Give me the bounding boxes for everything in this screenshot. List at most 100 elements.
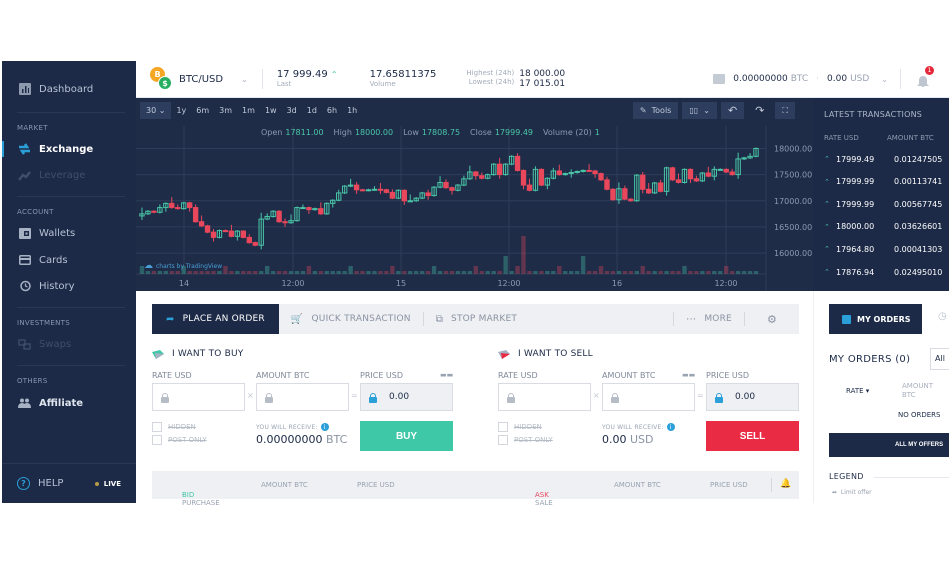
timeframe-3d[interactable]: 3d [282,102,302,119]
transaction-rate: 17964.80 [836,244,875,254]
fullscreen-icon: ⛶ [782,105,788,115]
sell-post-only-checkbox[interactable]: POST ONLY [498,435,553,445]
volume-bar [718,271,723,274]
pair-selector[interactable]: BTC/USD [179,74,223,85]
buy-post-only-checkbox[interactable]: POST ONLY [152,435,207,445]
redo-button[interactable]: ↷ [748,102,771,119]
buy-rate-input[interactable] [152,383,245,411]
tab-quick-transaction[interactable]: 🛒 QUICK TRANSACTION [279,304,423,334]
volume-bar [217,271,222,274]
candle-body [186,202,193,209]
tab-place-order[interactable]: ➦ PLACE AN ORDER [152,304,279,334]
volume-bar [694,271,699,274]
sell-price-field[interactable]: 0.00 [706,383,799,411]
timeframe-1y[interactable]: 1y [171,102,191,119]
timeframe-1h[interactable]: 1h [342,102,362,119]
candle-body [192,207,199,223]
timeframe-1m[interactable]: 1m [237,102,260,119]
rate-label: RATE USD [498,371,538,380]
price-chart[interactable]: 18000.00 17500.00 17000.00 16500.00 16000.00… [136,98,813,291]
sidebar-item-affiliate[interactable]: Affiliate [2,392,136,414]
help-link[interactable]: ? HELP [17,477,63,490]
legend-title: LEGEND [829,472,864,481]
timeframe-6h[interactable]: 6h [322,102,342,119]
volume-bar [223,266,228,274]
amount-label: AMOUNT BTC [602,371,656,380]
sidebar-item-swaps[interactable]: Swaps [2,333,136,355]
tab-more[interactable]: ⋯ MORE [674,304,744,334]
sell-form: I WANT TO SELL RATE USD × AMOUNT BTC ▬▬ … [498,349,799,451]
sidebar-item-history[interactable]: History [2,275,136,297]
candle-body [371,188,378,191]
notifications-button[interactable]: 1 [917,66,934,89]
receive-label: YOU WILL RECEIVE: [256,423,318,431]
tab-my-orders[interactable]: MY ORDERS [829,304,922,334]
balance-usd-unit: USD [850,74,870,84]
sidebar-item-cards[interactable]: Cards [2,249,136,271]
sell-amount-input[interactable] [602,383,695,411]
volume-bar [199,271,204,274]
multiply-sign: × [593,391,600,400]
interval-select[interactable]: 30 ⌄ [140,102,172,119]
tab-stop-market[interactable]: ⧉ STOP MARKET [424,304,529,334]
chart-type-button[interactable]: ▯▯ ⌄ [682,102,717,119]
checkbox[interactable] [498,422,508,432]
volume-value: 17.65811375 [369,69,437,81]
buy-button[interactable]: BUY [360,421,453,451]
candlestick-chart[interactable]: 18000.00 17500.00 17000.00 16500.00 16000.00… [136,98,813,291]
tools-button[interactable]: ✎ Tools [632,102,679,119]
sell-hidden-checkbox[interactable]: HIDDEN [498,422,542,432]
volume-bar [670,271,675,274]
divider [900,69,901,89]
info-icon[interactable]: i [666,423,675,431]
volume-bar [688,271,693,274]
volume-bar [175,271,180,274]
volume-bar [157,271,163,274]
chevron-down-icon[interactable]: ⌄ [241,75,248,84]
my-orders-panel: MY ORDERS ◷ MY ORDERS (0) All RATE ▾ AMO… [813,291,949,503]
history-tab-icon[interactable]: ◷ [938,311,947,322]
volume-bar [378,271,383,274]
volume-bar [390,266,395,274]
sell-button[interactable]: SELL [706,421,799,451]
checkbox[interactable] [498,435,508,445]
candle-body [240,230,247,238]
timeframe-3m[interactable]: 3m [214,102,237,119]
buy-price-field[interactable]: 0.00 [360,383,453,411]
fullscreen-button[interactable]: ⛶ [775,102,795,119]
cards-icon[interactable]: ▬▬ [682,371,695,379]
sidebar-item-exchange[interactable]: Exchange [2,138,136,160]
cards-icon[interactable]: ▬▬ [440,371,453,379]
arrow-up-icon: ⌃ [824,177,830,186]
bell-icon[interactable]: 🔔 [780,479,791,489]
timeframe-6m[interactable]: 6m [191,102,214,119]
sidebar-item-wallets[interactable]: Wallets [2,222,136,244]
checkbox[interactable] [152,422,162,432]
share-arrow-icon: ➦ [832,489,838,496]
sidebar-item-dashboard[interactable]: Dashboard [2,78,136,100]
col-rate-sort[interactable]: RATE ▾ [846,387,869,395]
low-value: 17808.75 [421,128,461,137]
volume-bar [461,271,467,274]
undo-button[interactable]: ↶ [720,102,745,119]
sell-rate-input[interactable] [498,383,591,411]
chevron-down-icon[interactable]: ⌄ [881,75,888,84]
candle-body [353,184,360,191]
all-my-offers-button[interactable]: ALL MY OFFERS [829,433,949,457]
volume-bar [509,271,514,274]
orders-filter-select[interactable]: All [930,348,949,370]
checkbox[interactable] [152,435,162,445]
wallet-balance[interactable]: 0.00000000 BTC · 0.00 USD ⌄ [713,74,888,84]
buy-amount-input[interactable] [256,383,349,411]
sidebar-item-label: History [39,280,75,292]
timeframe-1d[interactable]: 1d [302,102,322,119]
legend-item: ➦ Limit offer [832,489,872,496]
info-icon[interactable]: i [320,423,329,431]
order-settings-button[interactable]: ⚙ [745,304,799,334]
transaction-row: ⌃ 17876.94 0.02495010 [824,261,949,283]
sidebar-item-leverage[interactable]: Leverage [2,164,136,186]
buy-hidden-checkbox[interactable]: HIDDEN [152,422,196,432]
volume-bar [247,271,252,274]
timeframe-1w[interactable]: 1w [260,102,282,119]
tradingview-watermark[interactable]: ☁ charts by TradingView [144,261,222,271]
